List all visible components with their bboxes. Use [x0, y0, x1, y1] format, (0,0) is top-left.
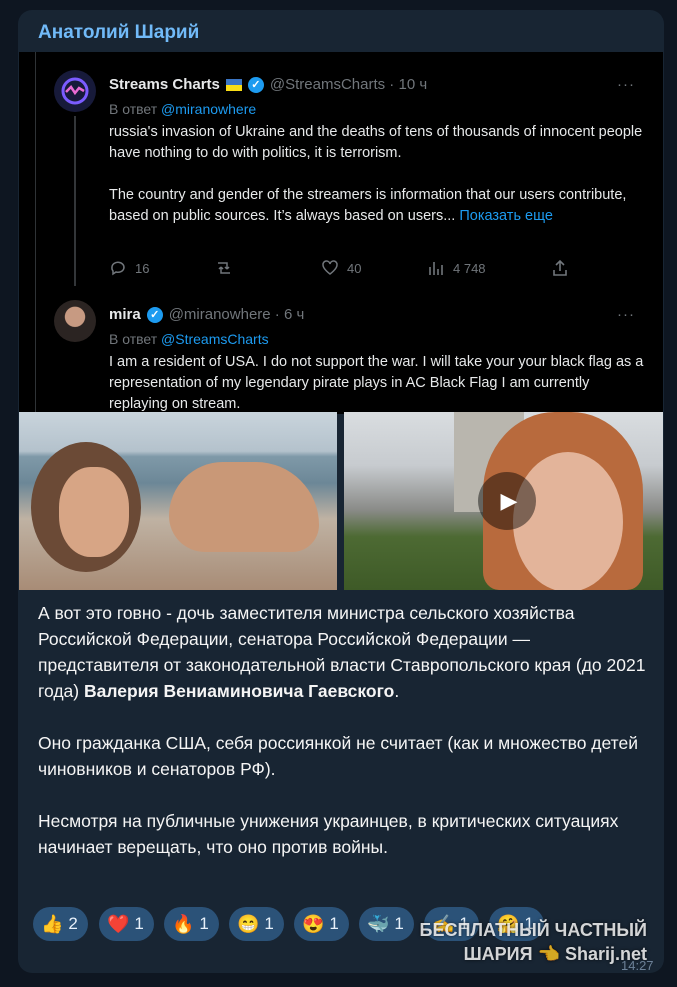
heart-eyes-icon: 😍 [302, 913, 325, 934]
tweet1-paragraph-1: russia's invasion of Ukraine and the dea… [109, 124, 643, 161]
whale-icon: 🐳 [367, 913, 390, 934]
reaction-heart-eyes[interactable]: 😍 1 [294, 907, 349, 941]
message-paragraph-3: Несмотря на публичные унижения украинцев… [38, 811, 619, 857]
play-icon[interactable]: ▶ [478, 472, 536, 530]
tweet1-handle-time: @StreamsCharts · 10 ч [269, 76, 428, 93]
reply-prefix: В ответ [109, 101, 158, 117]
reply-prefix: В ответ [109, 331, 158, 347]
watermark-line-1: БЕСПЛАТНЫЙ ЧАСТНЫЙ [419, 920, 647, 940]
message-paragraph-1-end: . [394, 681, 400, 701]
reply-handle: @miranowhere [161, 101, 257, 117]
reaction-thumbs-up[interactable]: 👍 2 [33, 907, 88, 941]
tweet1-author-name: Streams Charts [109, 76, 220, 93]
reaction-count: 1 [264, 914, 274, 933]
photo-subject [169, 462, 319, 552]
message-text: А вот это говно - дочь заместителя минис… [38, 600, 648, 886]
reaction-count: 1 [394, 914, 404, 933]
streams-charts-avatar [54, 70, 96, 112]
tweet2-author-name: mira [109, 306, 141, 323]
like-action: 40 [321, 259, 361, 277]
share-action [551, 259, 569, 277]
reaction-count: 1 [329, 914, 339, 933]
show-more-link: Показать еще [459, 208, 553, 224]
watermark: БЕСПЛАТНЫЙ ЧАСТНЫЙ ШАРИЯ 👈 Sharij.net [417, 918, 647, 966]
message-bubble: Анатолий Шарий Streams Charts ✓ @Streams… [18, 10, 664, 973]
post-author[interactable]: Анатолий Шарий [38, 22, 199, 44]
tweet2-more-icon: ··· [617, 306, 635, 323]
photo-attachment[interactable] [19, 412, 337, 590]
like-count: 40 [347, 260, 362, 276]
mira-avatar [54, 300, 96, 342]
heart-icon [322, 260, 338, 275]
reaction-heart[interactable]: ❤️ 1 [99, 907, 154, 941]
retweet-action [214, 259, 234, 277]
tweet-screenshot[interactable]: Streams Charts ✓ @StreamsCharts · 10 ч ·… [19, 52, 663, 414]
thumbs-up-icon: 👍 [41, 913, 64, 934]
watermark-line-2: ШАРИЯ 👈 Sharij.net [463, 944, 647, 964]
grin-icon: 😁 [237, 913, 260, 934]
tweet1-reply-to: В ответ @miranowhere [109, 101, 256, 117]
photo-subject-face [59, 467, 129, 557]
tweet1-more-icon: ··· [617, 76, 635, 93]
tweet2-reply-to: В ответ @StreamsCharts [109, 331, 269, 347]
tweet1-actions: 16 40 4 748 [109, 259, 569, 281]
share-icon [553, 259, 567, 276]
tweet1-text: russia's invasion of Ukraine and the dea… [109, 122, 644, 227]
reply-count: 16 [135, 260, 150, 276]
video-attachment[interactable]: ▶ [344, 412, 663, 590]
reaction-fire[interactable]: 🔥 1 [164, 907, 219, 941]
reaction-count: 2 [68, 914, 78, 933]
reaction-whale[interactable]: 🐳 1 [359, 907, 414, 941]
reply-handle: @StreamsCharts [161, 331, 269, 347]
video-subject-face [513, 452, 623, 590]
message-bold-name: Валерия Вениаминовича Гаевского [83, 681, 395, 701]
reply-connector-line [74, 116, 76, 286]
tweet2-text: I am a resident of USA. I do not support… [109, 354, 644, 412]
tweet2-header: mira ✓ @miranowhere · 6 ч [109, 306, 304, 323]
bar-chart-icon [429, 262, 443, 275]
views-action: 4 748 [427, 259, 486, 277]
tweet2-handle-time: @miranowhere · 6 ч [168, 306, 305, 323]
tweet1-paragraph-2: The country and gender of the streamers … [109, 185, 644, 227]
heart-icon: ❤️ [107, 913, 130, 934]
views-count: 4 748 [453, 260, 486, 276]
tweet1-header: Streams Charts ✓ @StreamsCharts · 10 ч [109, 76, 427, 93]
reply-action: 16 [109, 259, 149, 277]
thread-divider [35, 52, 36, 414]
streams-charts-logo-icon [61, 77, 89, 105]
ukraine-flag-icon [225, 78, 242, 91]
reaction-grin[interactable]: 😁 1 [229, 907, 284, 941]
message-paragraph-2: Оно гражданка США, себя россиянкой не сч… [38, 733, 638, 779]
verified-badge-icon: ✓ [247, 76, 264, 93]
reaction-count: 1 [134, 914, 144, 933]
message-paragraph-1: А вот это говно - дочь заместителя минис… [38, 600, 648, 704]
fire-icon: 🔥 [172, 913, 195, 934]
verified-badge-icon: ✓ [146, 306, 163, 323]
reaction-count: 1 [199, 914, 209, 933]
reply-bubble-icon [111, 261, 125, 276]
retweet-icon [218, 262, 230, 274]
